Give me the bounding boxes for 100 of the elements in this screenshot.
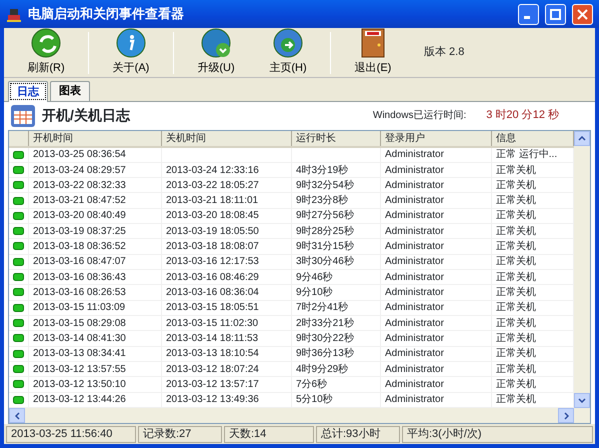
table-cell: 4时3分19秒 — [292, 162, 380, 178]
table-cell: 2时33分21秒 — [292, 315, 380, 331]
table-cell: 2013-03-20 18:08:45 — [162, 208, 292, 224]
table-cell: 2013-03-16 08:36:43 — [28, 270, 162, 285]
table-cell: 9时28分25秒 — [292, 224, 380, 239]
info-icon — [116, 28, 146, 58]
table-cell: 正常关机 — [492, 254, 574, 270]
scroll-left-button[interactable] — [9, 408, 25, 423]
status-field: 平均:3(小时/次) — [402, 426, 593, 443]
table-cell: Administrator — [380, 146, 492, 162]
status-icon — [13, 181, 24, 190]
table-cell: 2013-03-13 08:34:41 — [28, 346, 162, 362]
table-cell: 2013-03-19 18:05:50 — [162, 224, 292, 239]
table-cell: 2013-03-12 18:07:24 — [162, 361, 292, 377]
column-header[interactable]: 运行时长 — [292, 130, 380, 146]
table-cell: 正常关机 — [492, 346, 574, 362]
toolbar-button[interactable]: 主页(H) — [252, 28, 324, 77]
status-field: 天数:14 — [224, 426, 314, 443]
table-cell: 2013-03-16 08:26:53 — [28, 284, 162, 300]
table-cell: 2013-03-19 08:37:25 — [28, 224, 162, 239]
status-icon — [13, 166, 24, 174]
scroll-down-button[interactable] — [574, 393, 590, 408]
refresh-icon — [31, 28, 61, 58]
table-cell: Administrator — [380, 192, 492, 208]
table-cell: 9时27分56秒 — [292, 208, 380, 224]
table-cell: 正常关机 — [492, 300, 574, 316]
toolbar-button[interactable]: 升级(U) — [180, 28, 252, 77]
tab[interactable]: 日志 — [8, 81, 48, 102]
table-cell: 正常关机 — [492, 192, 574, 208]
table-cell: 2013-03-21 18:11:01 — [162, 192, 292, 208]
status-field: 2013-03-25 11:56:40 — [6, 426, 136, 443]
table-cell: 9时31分15秒 — [292, 238, 380, 254]
toolbar-button[interactable]: 关于(A) — [95, 28, 167, 77]
status-icon — [13, 288, 24, 296]
status-icon — [13, 212, 24, 220]
table-cell: 正常关机 — [492, 270, 574, 285]
log-title: 开机/关机日志 — [42, 107, 132, 124]
toolbar-button[interactable]: 退出(E) — [337, 28, 409, 77]
table-cell: 2013-03-12 13:50:10 — [28, 376, 162, 392]
table-cell: 正常关机 — [492, 224, 574, 239]
chevron-left-icon — [14, 412, 20, 420]
table-cell: 正常关机 — [492, 330, 574, 346]
close-icon — [577, 8, 588, 20]
table-cell: Administrator — [380, 208, 492, 224]
table-cell: 2013-03-16 08:46:29 — [162, 270, 292, 285]
column-header[interactable]: 登录用户 — [380, 130, 492, 146]
status-icon — [13, 304, 24, 312]
chevron-up-icon — [578, 136, 586, 140]
table-cell: 正常 运行中... — [492, 146, 574, 162]
status-icon — [13, 150, 24, 159]
table-cell: 2013-03-18 08:36:52 — [28, 238, 162, 254]
table-cell: Administrator — [380, 315, 492, 331]
status-icon — [13, 196, 24, 204]
scroll-up-button[interactable] — [574, 130, 590, 146]
chevron-down-icon — [578, 398, 586, 403]
maximize-icon — [550, 8, 561, 20]
scroll-right-button[interactable] — [558, 408, 574, 423]
table-cell: 2013-03-15 08:29:08 — [28, 315, 162, 331]
table-cell: 2013-03-13 18:10:54 — [162, 346, 292, 362]
close-button[interactable] — [572, 4, 593, 24]
table-cell: 2013-03-24 12:33:16 — [162, 162, 292, 178]
table-cell: 9时23分8秒 — [292, 192, 380, 208]
table-cell: Administrator — [380, 224, 492, 239]
column-header[interactable]: 关机时间 — [162, 130, 292, 146]
table-cell: Administrator — [380, 284, 492, 300]
table-cell: Administrator — [380, 254, 492, 270]
table-cell: 正常关机 — [492, 315, 574, 331]
version-label: 版本 2.8 — [424, 45, 464, 60]
status-icon — [13, 258, 24, 266]
status-icon — [13, 350, 24, 358]
toolbar-button[interactable]: 刷新(R) — [10, 28, 82, 77]
table-cell: 2013-03-20 08:40:49 — [28, 208, 162, 224]
column-header[interactable]: 开机时间 — [28, 130, 162, 146]
table-cell: 2013-03-21 08:47:52 — [28, 192, 162, 208]
table-cell: 2013-03-22 08:32:33 — [28, 178, 162, 193]
minimize-button[interactable] — [518, 4, 539, 24]
table-cell: 正常关机 — [492, 178, 574, 193]
table-cell: 2013-03-14 08:41:30 — [28, 330, 162, 346]
table-cell: 2013-03-16 08:47:07 — [28, 254, 162, 270]
table-cell: 正常关机 — [492, 208, 574, 224]
globe-icon — [201, 28, 231, 58]
table-cell: 2013-03-25 08:36:54 — [28, 146, 162, 162]
table-cell: 7时2分41秒 — [292, 300, 380, 316]
tab[interactable]: 图表 — [50, 81, 90, 100]
table-cell: 4时9分29秒 — [292, 361, 380, 377]
column-header[interactable]: 信息 — [492, 130, 574, 146]
maximize-button[interactable] — [545, 4, 566, 24]
table-cell: 9时32分54秒 — [292, 178, 380, 193]
status-icon — [13, 396, 24, 404]
window-title: 电脑启动和关闭事件查看器 — [28, 5, 185, 24]
table-cell: 2013-03-16 12:17:53 — [162, 254, 292, 270]
status-icon — [13, 380, 24, 388]
table-cell: 2013-03-16 08:36:04 — [162, 284, 292, 300]
chevron-right-icon — [564, 412, 568, 420]
table-cell: 9分10秒 — [292, 284, 380, 300]
table-cell: 2013-03-22 18:05:27 — [162, 178, 292, 193]
status-icon — [13, 242, 24, 250]
table-cell: 2013-03-15 11:03:09 — [28, 300, 162, 316]
uptime-value: 3 时20 分12 秒 — [486, 108, 559, 124]
table-cell: 正常关机 — [492, 376, 574, 392]
